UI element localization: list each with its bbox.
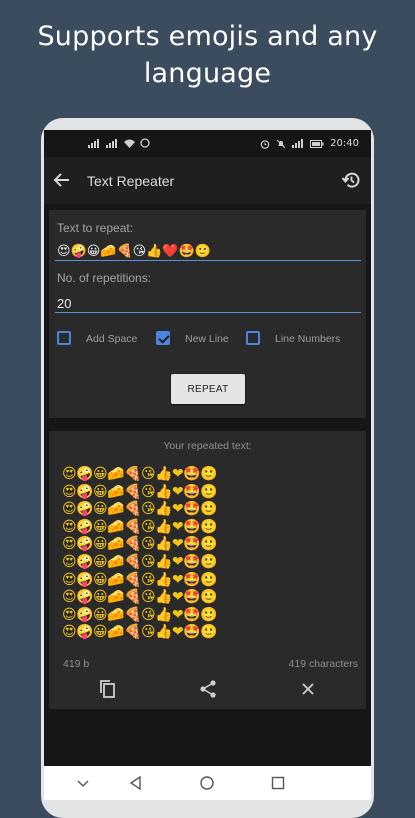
system-nav-bar — [44, 766, 371, 800]
copy-icon[interactable] — [97, 678, 119, 700]
share-icon[interactable] — [197, 678, 219, 700]
alarm-icon — [260, 139, 270, 149]
nav-recents-icon[interactable] — [269, 774, 287, 792]
text-to-repeat-label: Text to repeat: — [57, 221, 134, 235]
mute-icon — [276, 139, 286, 148]
repeated-text-output[interactable]: 😍🤪😀🧀🍕😘👍❤🤩🙂 😍🤪😀🧀🍕😘👍❤🤩🙂 😍🤪😀🧀🍕😘👍❤🤩🙂 😍🤪😀🧀🍕😘👍… — [62, 466, 262, 651]
signal-icon — [88, 138, 99, 148]
clear-icon[interactable] — [297, 678, 319, 700]
characters-label: 419 characters — [288, 658, 358, 670]
status-time: 20:40 — [330, 138, 359, 149]
chevron-down-icon[interactable] — [74, 774, 92, 792]
add-space-checkbox[interactable] — [57, 331, 71, 345]
history-icon[interactable] — [341, 170, 361, 190]
nav-home-icon[interactable] — [198, 774, 216, 792]
new-line-checkbox[interactable] — [156, 331, 170, 345]
wifi-icon — [124, 139, 135, 148]
repeat-button[interactable]: REPEAT — [171, 374, 245, 404]
new-line-label[interactable]: New Line — [185, 333, 229, 345]
promo-line-1: Supports emojis and any — [37, 21, 378, 52]
signal-icon — [106, 138, 117, 148]
text-input-underline — [55, 260, 361, 261]
repetitions-input[interactable]: 20 — [57, 296, 71, 311]
status-bar: 20:40 — [44, 130, 371, 157]
signal-icon — [292, 139, 304, 148]
input-card: Text to repeat: 😍🤪😀🧀🍕😘👍❤️🤩🙂 No. of repet… — [49, 210, 366, 418]
result-header: Your repeated text: — [163, 440, 252, 452]
nav-back-icon[interactable] — [127, 774, 145, 792]
size-label: 419 b — [63, 658, 90, 670]
back-arrow-icon[interactable] — [52, 170, 72, 190]
promo-headline: Supports emojis and any language — [0, 18, 415, 92]
repetitions-underline — [55, 312, 361, 313]
app-screen: 20:40 Text Repeater Text to repeat: 😍🤪😀🧀… — [44, 130, 371, 766]
repetitions-label: No. of repetitions: — [57, 271, 152, 285]
add-space-label[interactable]: Add Space — [86, 333, 137, 345]
app-bar: Text Repeater — [44, 157, 371, 204]
text-to-repeat-input[interactable]: 😍🤪😀🧀🍕😘👍❤️🤩🙂 — [57, 243, 211, 259]
battery-icon — [310, 139, 324, 148]
line-numbers-checkbox[interactable] — [246, 331, 260, 345]
line-numbers-label[interactable]: Line Numbers — [275, 333, 340, 345]
result-card: Your repeated text: 😍🤪😀🧀🍕😘👍❤🤩🙂 😍🤪😀🧀🍕😘👍❤🤩… — [49, 431, 366, 709]
app-title: Text Repeater — [87, 173, 175, 189]
whatsapp-icon — [140, 138, 150, 148]
promo-line-2: language — [143, 58, 272, 89]
